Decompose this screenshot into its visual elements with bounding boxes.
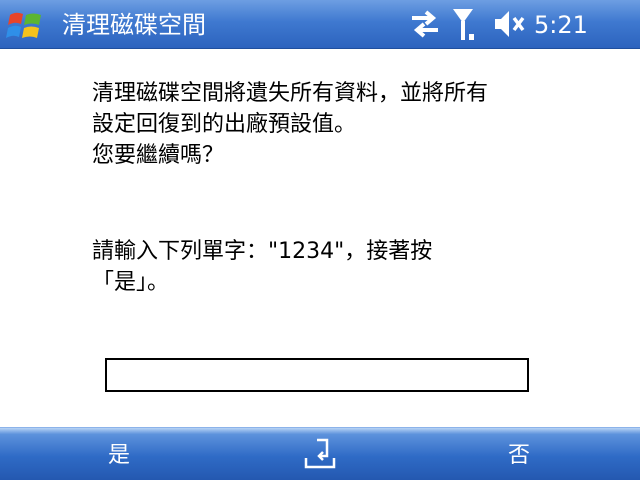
clock[interactable]: 5:21 bbox=[534, 10, 588, 40]
yes-softkey[interactable]: 是 bbox=[108, 442, 130, 470]
warning-line: 設定回復到的出廠預設值。 bbox=[92, 112, 357, 137]
confirmation-word-input[interactable] bbox=[105, 358, 529, 392]
input-panel-button[interactable] bbox=[300, 436, 340, 474]
signal-antenna-icon[interactable] bbox=[450, 6, 480, 42]
window-title: 清理磁碟空間 bbox=[62, 11, 206, 39]
instruction-line: 「是」。 bbox=[92, 270, 170, 295]
volume-muted-icon[interactable] bbox=[492, 6, 528, 42]
warning-line: 清理磁碟空間將遺失所有資料，並將所有 bbox=[92, 81, 489, 106]
warning-message: 清理磁碟空間將遺失所有資料，並將所有 設定回復到的出廠預設值。 您要繼續嗎？ bbox=[92, 78, 488, 171]
instruction-message: 請輸入下列單字："1234"，接著按 「是」。 bbox=[92, 236, 432, 298]
start-button[interactable] bbox=[0, 0, 50, 48]
connectivity-arrows-icon[interactable] bbox=[406, 6, 444, 42]
softkey-bar: 是 否 bbox=[0, 427, 640, 480]
no-softkey[interactable]: 否 bbox=[508, 442, 530, 470]
keyboard-sip-icon bbox=[304, 438, 336, 469]
warning-line: 您要繼續嗎？ bbox=[92, 143, 225, 168]
dialog-content: 清理磁碟空間將遺失所有資料，並將所有 設定回復到的出廠預設值。 您要繼續嗎？ 請… bbox=[0, 49, 640, 427]
title-bar: 清理磁碟空間 5:21 bbox=[0, 0, 640, 49]
windows-flag-icon bbox=[6, 12, 41, 38]
instruction-line: 請輸入下列單字："1234"，接著按 bbox=[92, 239, 433, 264]
